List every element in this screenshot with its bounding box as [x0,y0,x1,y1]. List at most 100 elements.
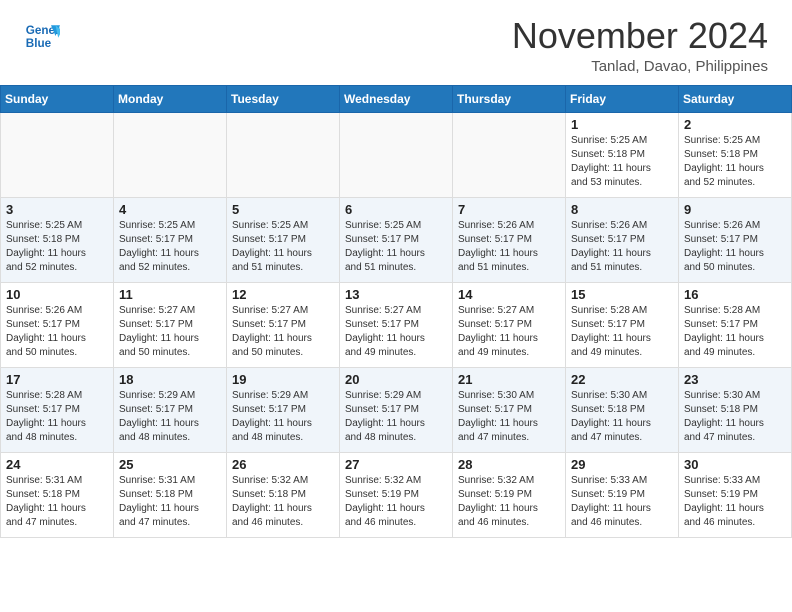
calendar-cell: 24Sunrise: 5:31 AMSunset: 5:18 PMDayligh… [1,453,114,538]
calendar-cell: 25 Sunrise: 5:31 AMSunset: 5:18 PMDayligh… [114,453,227,538]
day-number: 13 [345,287,447,302]
day-number: 21 [458,372,560,387]
day-info: Sunrise: 5:25 AMSunset: 5:18 PMDaylight:… [6,219,108,275]
day-info: Sunrise: 5:33 AMSunset: 5:19 PMDaylight:… [571,474,673,530]
col-thursday: Thursday [453,86,566,113]
day-number: 30 [684,457,786,472]
day-number: 25 [119,457,221,472]
day-info: Sunrise: 5:27 AMSunset: 5:17 PMDaylight:… [119,304,221,360]
calendar-table: Sunday Monday Tuesday Wednesday Thursday… [0,85,792,538]
day-number: 26 [232,457,334,472]
title-block: November 2024 Tanlad, Davao, Philippines [512,18,768,75]
calendar-cell: 28 Sunrise: 5:32 AMSunset: 5:19 PMDayligh… [453,453,566,538]
day-info: Sunrise: 5:25 AMSunset: 5:17 PMDaylight:… [119,219,221,275]
day-number: 4 [119,202,221,217]
day-info: Sunrise: 5:31 AMSunset: 5:18 PMDaylight:… [6,474,108,530]
day-info: Sunrise: 5:31 AMSunset: 5:18 PMDaylight:… [119,474,221,530]
col-wednesday: Wednesday [340,86,453,113]
calendar-cell: 23Sunrise: 5:30 AMSunset: 5:18 PMDayligh… [679,368,792,453]
day-info: Sunrise: 5:30 AMSunset: 5:17 PMDaylight:… [458,389,560,445]
day-info: Sunrise: 5:28 AMSunset: 5:17 PMDaylight:… [571,304,673,360]
day-info: Sunrise: 5:25 AMSunset: 5:17 PMDaylight:… [232,219,334,275]
day-number: 10 [6,287,108,302]
calendar-cell: 22 Sunrise: 5:30 AMSunset: 5:18 PMDayligh… [566,368,679,453]
day-info: Sunrise: 5:28 AMSunset: 5:17 PMDaylight:… [684,304,786,360]
day-number: 11 [119,287,221,302]
day-number: 7 [458,202,560,217]
month-title: November 2024 [512,18,768,54]
calendar-cell: 3Sunrise: 5:25 AMSunset: 5:18 PMDaylight… [1,198,114,283]
calendar-cell: 5 Sunrise: 5:25 AMSunset: 5:17 PMDaylight… [227,198,340,283]
day-info: Sunrise: 5:27 AMSunset: 5:17 PMDaylight:… [458,304,560,360]
week-row-5: 24Sunrise: 5:31 AMSunset: 5:18 PMDayligh… [1,453,792,538]
day-number: 16 [684,287,786,302]
day-info: Sunrise: 5:29 AMSunset: 5:17 PMDaylight:… [232,389,334,445]
week-row-2: 3Sunrise: 5:25 AMSunset: 5:18 PMDaylight… [1,198,792,283]
day-info: Sunrise: 5:27 AMSunset: 5:17 PMDaylight:… [345,304,447,360]
calendar-cell [453,113,566,198]
day-number: 22 [571,372,673,387]
day-info: Sunrise: 5:25 AMSunset: 5:18 PMDaylight:… [571,134,673,190]
col-tuesday: Tuesday [227,86,340,113]
logo-icon: General Blue [24,18,60,54]
day-number: 12 [232,287,334,302]
calendar-cell: 9 Sunrise: 5:26 AMSunset: 5:17 PMDaylight… [679,198,792,283]
day-info: Sunrise: 5:26 AMSunset: 5:17 PMDaylight:… [571,219,673,275]
day-number: 27 [345,457,447,472]
location: Tanlad, Davao, Philippines [512,58,768,75]
calendar-cell [227,113,340,198]
day-number: 9 [684,202,786,217]
calendar-cell: 18Sunrise: 5:29 AMSunset: 5:17 PMDayligh… [114,368,227,453]
day-info: Sunrise: 5:26 AMSunset: 5:17 PMDaylight:… [6,304,108,360]
page: General Blue November 2024 Tanlad, Davao… [0,0,792,538]
day-info: Sunrise: 5:25 AMSunset: 5:17 PMDaylight:… [345,219,447,275]
col-saturday: Saturday [679,86,792,113]
calendar-cell: 19 Sunrise: 5:29 AMSunset: 5:17 PMDayligh… [227,368,340,453]
day-info: Sunrise: 5:26 AMSunset: 5:17 PMDaylight:… [458,219,560,275]
day-info: Sunrise: 5:32 AMSunset: 5:19 PMDaylight:… [458,474,560,530]
calendar-cell: 26 Sunrise: 5:32 AMSunset: 5:18 PMDayligh… [227,453,340,538]
calendar-cell: 15Sunrise: 5:28 AMSunset: 5:17 PMDayligh… [566,283,679,368]
calendar-cell: 29Sunrise: 5:33 AMSunset: 5:19 PMDayligh… [566,453,679,538]
day-number: 1 [571,117,673,132]
week-row-4: 17 Sunrise: 5:28 AMSunset: 5:17 PMDayligh… [1,368,792,453]
day-number: 17 [6,372,108,387]
day-number: 2 [684,117,786,132]
calendar-cell: 10 Sunrise: 5:26 AMSunset: 5:17 PMDayligh… [1,283,114,368]
day-number: 19 [232,372,334,387]
day-info: Sunrise: 5:29 AMSunset: 5:17 PMDaylight:… [345,389,447,445]
col-friday: Friday [566,86,679,113]
calendar-cell: 6 Sunrise: 5:25 AMSunset: 5:17 PMDaylight… [340,198,453,283]
day-info: Sunrise: 5:27 AMSunset: 5:17 PMDaylight:… [232,304,334,360]
col-monday: Monday [114,86,227,113]
day-number: 28 [458,457,560,472]
day-info: Sunrise: 5:25 AMSunset: 5:18 PMDaylight:… [684,134,786,190]
calendar-cell: 7 Sunrise: 5:26 AMSunset: 5:17 PMDaylight… [453,198,566,283]
calendar-cell [340,113,453,198]
calendar-cell: 20Sunrise: 5:29 AMSunset: 5:17 PMDayligh… [340,368,453,453]
calendar-header-row: Sunday Monday Tuesday Wednesday Thursday… [1,86,792,113]
day-number: 14 [458,287,560,302]
day-number: 6 [345,202,447,217]
day-number: 23 [684,372,786,387]
day-info: Sunrise: 5:32 AMSunset: 5:19 PMDaylight:… [345,474,447,530]
calendar-cell: 4 Sunrise: 5:25 AMSunset: 5:17 PMDaylight… [114,198,227,283]
calendar-cell: 27 Sunrise: 5:32 AMSunset: 5:19 PMDayligh… [340,453,453,538]
day-info: Sunrise: 5:26 AMSunset: 5:17 PMDaylight:… [684,219,786,275]
day-info: Sunrise: 5:32 AMSunset: 5:18 PMDaylight:… [232,474,334,530]
day-info: Sunrise: 5:33 AMSunset: 5:19 PMDaylight:… [684,474,786,530]
calendar-cell: 12 Sunrise: 5:27 AMSunset: 5:17 PMDayligh… [227,283,340,368]
day-info: Sunrise: 5:28 AMSunset: 5:17 PMDaylight:… [6,389,108,445]
week-row-1: 1 Sunrise: 5:25 AMSunset: 5:18 PMDaylight… [1,113,792,198]
calendar-cell: 21 Sunrise: 5:30 AMSunset: 5:17 PMDayligh… [453,368,566,453]
week-row-3: 10 Sunrise: 5:26 AMSunset: 5:17 PMDayligh… [1,283,792,368]
col-sunday: Sunday [1,86,114,113]
calendar-cell [114,113,227,198]
day-number: 5 [232,202,334,217]
calendar-cell: 1 Sunrise: 5:25 AMSunset: 5:18 PMDaylight… [566,113,679,198]
day-info: Sunrise: 5:30 AMSunset: 5:18 PMDaylight:… [571,389,673,445]
header: General Blue November 2024 Tanlad, Davao… [0,0,792,85]
calendar-cell: 2 Sunrise: 5:25 AMSunset: 5:18 PMDaylight… [679,113,792,198]
calendar-cell: 16 Sunrise: 5:28 AMSunset: 5:17 PMDayligh… [679,283,792,368]
svg-text:Blue: Blue [26,37,52,50]
